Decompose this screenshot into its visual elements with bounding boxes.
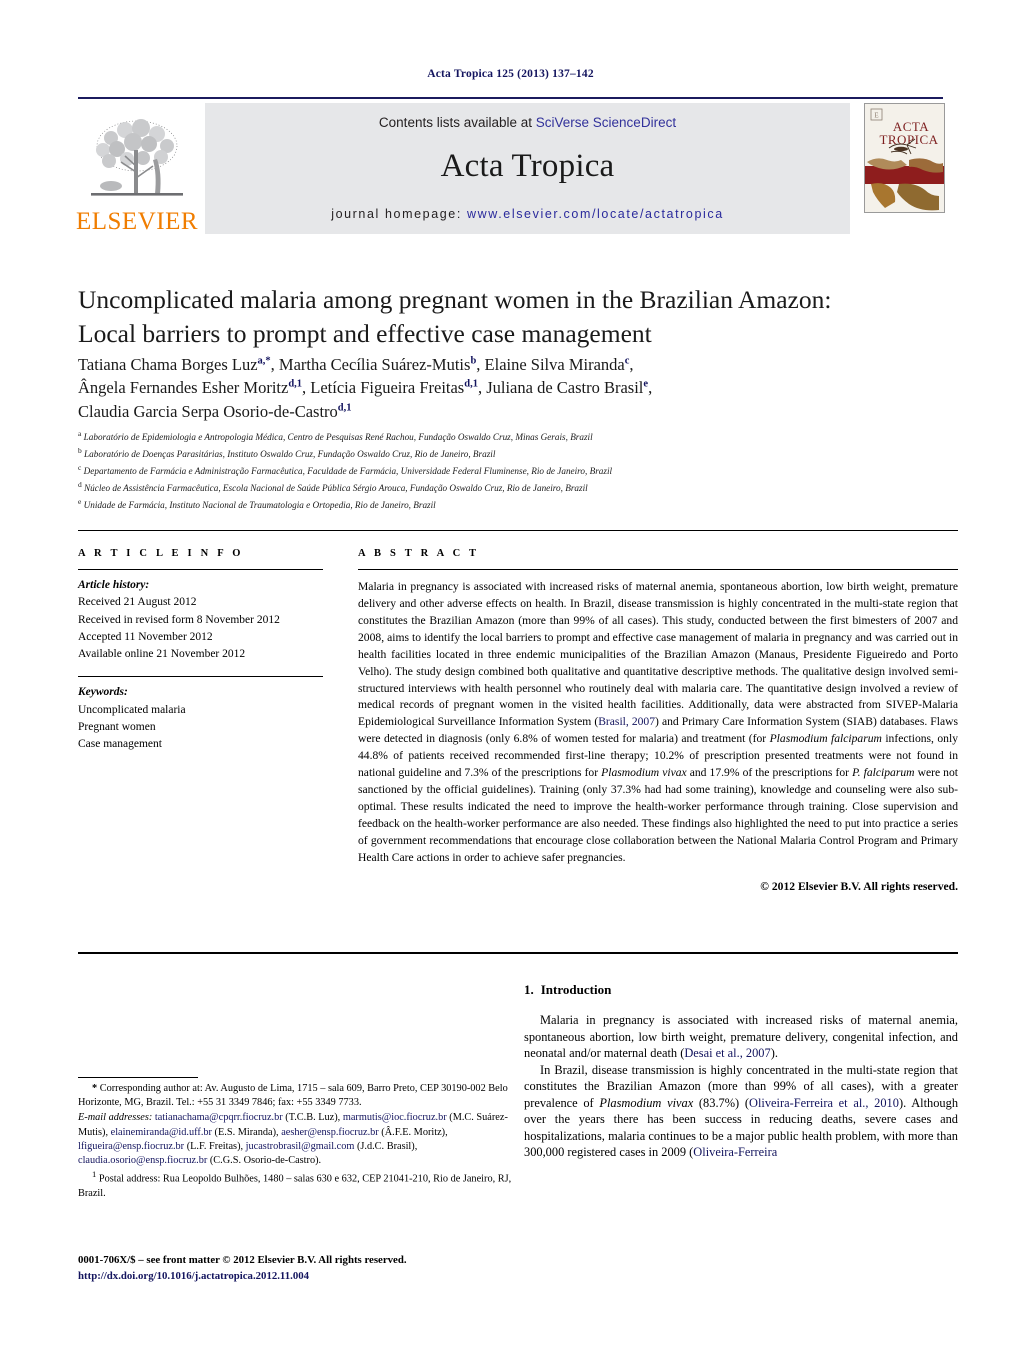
affiliation-item: c Departamento de Farmácia e Administraç… [78, 462, 613, 476]
elsevier-logo: ELSEVIER [75, 106, 199, 235]
affiliation-mark: c [78, 462, 82, 472]
abstract-heading: A B S T R A C T [358, 548, 480, 559]
journal-homepage-line: journal homepage: www.elsevier.com/locat… [205, 207, 850, 221]
contents-available-line: Contents lists available at SciVerse Sci… [205, 103, 850, 131]
keywords-block: Keywords: Uncomplicated malaria Pregnant … [78, 684, 323, 753]
author-line-3: Claudia Garcia Serpa Osorio-de-Castrod,1 [78, 401, 352, 421]
journal-title: Acta Tropica [440, 148, 615, 185]
header-rule [78, 97, 943, 99]
keywords-items: Uncomplicated malaria Pregnant women Case … [78, 702, 323, 754]
introduction-heading: 1. Introduction [524, 982, 958, 998]
author-list: Tatiana Chama Borges Luza,*, Martha Cecí… [78, 353, 958, 423]
introduction-paragraph-1: Malaria in pregnancy is associated with … [524, 1013, 958, 1060]
doi-link[interactable]: http://dx.doi.org/10.1016/j.actatropica.… [78, 1270, 309, 1282]
footnotes-block: * Corresponding author at: Av. Augusto d… [78, 1082, 512, 1202]
footnote-rule [78, 1077, 198, 1078]
paper-page: Acta Tropica 125 (2013) 137–142 ELSEVIER… [0, 0, 1021, 1351]
affiliation-mark: a [78, 429, 82, 438]
cover-artwork: E ACTA TROPICA [865, 104, 944, 212]
running-head: Acta Tropica 125 (2013) 137–142 [427, 68, 594, 80]
affiliation-item: a Laboratório de Epidemiologia e Antropo… [78, 429, 593, 443]
list-item: Accepted 11 November 2012 [78, 630, 213, 643]
homepage-url-link[interactable]: www.elsevier.com/locate/actatropica [467, 207, 724, 221]
info-top-rule [78, 530, 958, 531]
article-info-column: A R T I C L E I N F O Article history: R… [78, 548, 323, 753]
article-info-heading: A R T I C L E I N F O [78, 548, 244, 559]
issn-front-matter: 0001-706X/$ – see front matter © 2012 El… [78, 1254, 407, 1266]
email-addresses-label: E-mail addresses: [78, 1112, 153, 1124]
contents-prefix: Contents lists available at [378, 115, 536, 130]
page-title: Uncomplicated malaria among pregnant wom… [78, 283, 958, 350]
svg-text:E: E [874, 112, 878, 120]
abstract-text: Malaria in pregnancy is associated with … [358, 580, 958, 864]
sciencedirect-link[interactable]: SciVerse ScienceDirect [536, 115, 676, 130]
journal-banner: Contents lists available at SciVerse Sci… [205, 103, 850, 234]
article-history-items: Received 21 August 2012 Received in revis… [78, 594, 323, 663]
abstract-column: A B S T R A C T Malaria in pregnancy is … [358, 548, 958, 893]
affiliation-mark: d [78, 479, 82, 489]
author-line-1: Tatiana Chama Borges Luza,*, Martha Cecí… [78, 355, 634, 374]
journal-cover-thumbnail: E ACTA TROPICA [864, 103, 945, 213]
list-item: Available online 21 November 2012 [78, 648, 246, 660]
affiliation-item: d Núcleo de Assistência Farmacêutica, Es… [78, 479, 588, 493]
affiliation-item: b Laboratório de Doenças Parasitárias, I… [78, 445, 496, 460]
elsevier-tree-icon [91, 119, 183, 196]
elsevier-wordmark: ELSEVIER [75, 208, 199, 235]
title-line-1: Uncomplicated malaria among pregnant wom… [78, 285, 832, 314]
introduction-heading-label: Introduction [540, 982, 612, 997]
abstract-bottom-rule [78, 952, 958, 954]
homepage-label: journal homepage: [331, 207, 462, 222]
article-history-block: Article history: Received 21 August 2012… [78, 577, 323, 663]
list-item: Pregnant women [78, 720, 156, 733]
list-item: Received 21 August 2012 [78, 596, 197, 609]
page-footer: 0001-706X/$ – see front matter © 2012 El… [78, 1252, 578, 1284]
email-addresses-note: E-mail addresses: tatianachama@cpqrr.fio… [78, 1111, 512, 1168]
article-info-underrule [78, 569, 323, 570]
affiliation-item: e Unidade de Farmácia, Instituto Naciona… [78, 496, 436, 510]
abstract-underrule [358, 569, 958, 570]
abstract-copyright: © 2012 Elsevier B.V. All rights reserved… [760, 879, 958, 893]
journal-header: ELSEVIER Contents lists available at Sci… [75, 103, 945, 235]
svg-text:TROPICA: TROPICA [879, 132, 938, 147]
affiliations-list: a Laboratório de Epidemiologia e Antropo… [78, 428, 958, 513]
corresponding-author-note: * Corresponding author at: Av. Augusto d… [78, 1083, 508, 1109]
author-line-2: Ângela Fernandes Esher Moritzd,1, Letíci… [78, 378, 653, 398]
list-item: Uncomplicated malaria [78, 703, 186, 716]
list-item: Received in revised form 8 November 2012 [78, 613, 280, 626]
postal-address-note: 1 Postal address: Rua Leopoldo Bulhões, … [78, 1169, 512, 1199]
list-item: Case management [78, 738, 162, 750]
affiliation-mark: b [78, 445, 82, 455]
introduction-number: 1. [524, 982, 534, 997]
affiliation-mark: e [78, 496, 82, 506]
introduction-paragraph-2: In Brazil, disease transmission is highl… [524, 1062, 959, 1160]
article-history-label: Article history: [78, 579, 150, 591]
introduction-section: 1. Introduction Malaria in pregnancy is a… [524, 982, 958, 1161]
keywords-rule [78, 676, 323, 678]
title-line-2: Local barriers to prompt and effective c… [78, 318, 652, 348]
keywords-label: Keywords: [78, 686, 128, 699]
